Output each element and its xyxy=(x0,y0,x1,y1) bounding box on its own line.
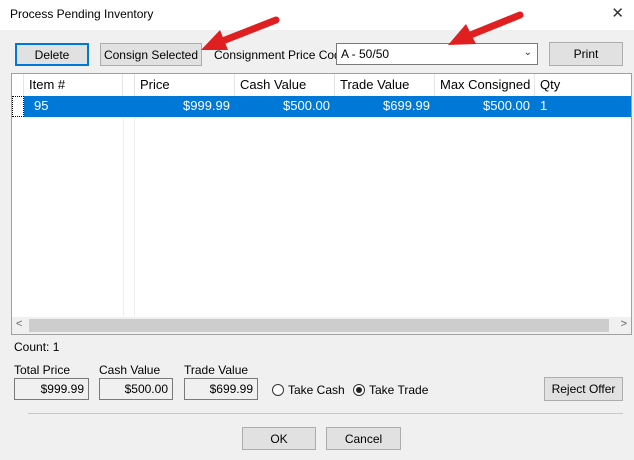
annotation-arrow-consign xyxy=(201,16,280,50)
annotation-arrow-price-code xyxy=(448,11,524,45)
process-pending-inventory-dialog: Process Pending Inventory ✕ Delete Consi… xyxy=(0,0,634,460)
annotation-arrows xyxy=(201,11,524,50)
